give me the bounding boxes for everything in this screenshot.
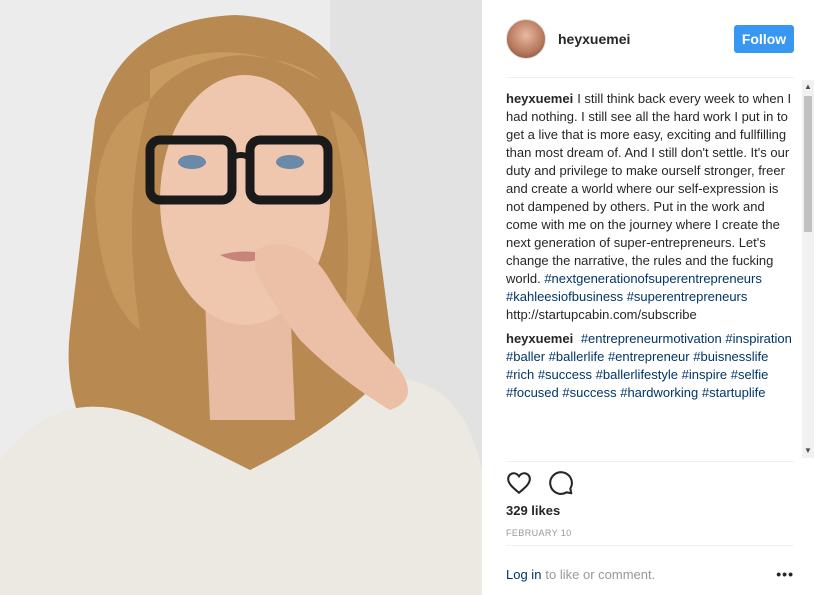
post-photo (0, 0, 482, 595)
login-prompt-text: to like or comment. (545, 566, 656, 582)
comment-caption: heyxuemei I still think back every week t… (506, 90, 794, 324)
scroll-up-arrow-icon[interactable]: ▲ (802, 80, 814, 94)
post-details-panel: heyxuemei Follow heyxuemei I still think … (482, 0, 814, 595)
hashtag-link[interactable]: #selfie (731, 367, 769, 382)
divider (506, 461, 794, 462)
post-actions (506, 470, 590, 496)
hashtag-link[interactable]: #inspiration (725, 331, 792, 346)
login-link[interactable]: Log in (506, 567, 541, 582)
comment-hashtags: heyxuemei #entrepreneurmotivation #inspi… (506, 330, 794, 402)
hashtag-link[interactable]: #inspire (682, 367, 728, 382)
hashtag-link[interactable]: #entrepreneurmotivation (581, 331, 722, 346)
hashtag-link[interactable]: #baller (506, 349, 545, 364)
hashtag-link[interactable]: #success (538, 367, 592, 382)
comments-list[interactable]: heyxuemei I still think back every week t… (506, 90, 794, 458)
hashtag-link[interactable]: #rich (506, 367, 534, 382)
comment-url: http://startupcabin.com/subscribe (506, 307, 697, 322)
hashtag-link[interactable]: #ballerlife (549, 349, 605, 364)
hashtag-link[interactable]: #focused (506, 385, 559, 400)
hashtag-link[interactable]: #success (562, 385, 616, 400)
heart-icon[interactable] (506, 470, 532, 496)
comment-icon[interactable] (548, 470, 574, 496)
scroll-down-arrow-icon[interactable]: ▼ (802, 444, 814, 458)
divider (506, 545, 794, 546)
avatar[interactable] (506, 19, 546, 59)
more-options-icon[interactable]: ••• (776, 566, 794, 582)
username[interactable]: heyxuemei (558, 31, 734, 47)
follow-button[interactable]: Follow (734, 25, 794, 53)
hashtag-link[interactable]: #entrepreneur (608, 349, 690, 364)
hashtag-link[interactable]: #buisnesslife (693, 349, 768, 364)
portrait-image (0, 0, 482, 595)
post-header: heyxuemei Follow (506, 18, 794, 60)
hashtag-link[interactable]: #ballerlifestyle (596, 367, 678, 382)
hashtag-link[interactable]: #nextgenerationofsuperentrepreneurs (544, 271, 762, 286)
comments-scrollbar[interactable]: ▲ ▼ (802, 80, 814, 458)
comment-text: I still think back every week to when I … (506, 91, 792, 286)
scrollbar-thumb[interactable] (804, 96, 812, 232)
likes-count[interactable]: 329 likes (506, 503, 560, 518)
divider (506, 77, 794, 78)
hashtag-link[interactable]: #kahleesiofbusiness (506, 289, 623, 304)
post-date[interactable]: February 10 (506, 528, 572, 538)
comment-author[interactable]: heyxuemei (506, 91, 573, 106)
hashtag-link[interactable]: #superentrepreneurs (627, 289, 748, 304)
hashtag-link[interactable]: #startuplife (702, 385, 766, 400)
login-prompt: Log in to like or comment. ••• (506, 566, 794, 582)
hashtag-link[interactable]: #hardworking (620, 385, 698, 400)
comment-author[interactable]: heyxuemei (506, 331, 573, 346)
